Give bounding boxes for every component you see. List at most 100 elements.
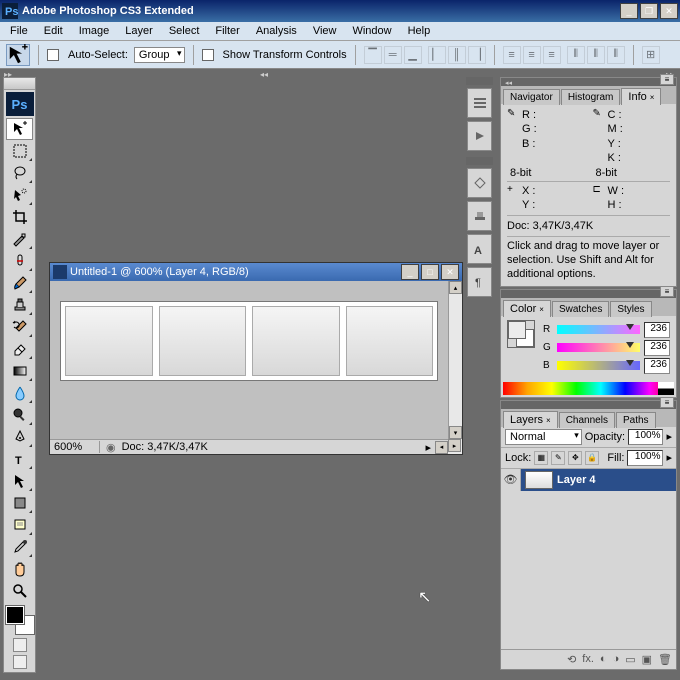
r-slider[interactable]	[557, 325, 640, 334]
zoom-field[interactable]: 600%	[50, 441, 100, 453]
lasso-tool[interactable]	[6, 162, 33, 184]
doc-close-button[interactable]: ✕	[441, 264, 459, 280]
tab-navigator[interactable]: Navigator	[503, 89, 560, 105]
scroll-left-icon[interactable]: ◂	[435, 441, 448, 454]
align-right-icon[interactable]: ▕	[468, 46, 486, 64]
status-icon[interactable]: ◉	[100, 441, 122, 454]
auto-align-icon[interactable]: ⊞	[642, 46, 660, 64]
dock-history-icon[interactable]	[467, 88, 492, 118]
type-tool[interactable]: T	[6, 448, 33, 470]
layer-style-icon[interactable]: fx.	[582, 653, 594, 665]
scroll-right-icon[interactable]: ▸	[448, 439, 461, 452]
active-tool-icon[interactable]	[6, 44, 30, 66]
fill-flyout-icon[interactable]: ▸	[666, 451, 672, 464]
dock-actions-icon[interactable]	[467, 121, 492, 151]
menu-view[interactable]: View	[305, 23, 345, 39]
b-value[interactable]: 236	[644, 358, 670, 374]
color-preview[interactable]	[507, 320, 535, 348]
align-bottom-icon[interactable]: ▁	[404, 46, 422, 64]
quick-mask-icon[interactable]	[13, 638, 27, 652]
spectrum-bar[interactable]	[503, 382, 674, 395]
menu-image[interactable]: Image	[71, 23, 118, 39]
marquee-tool[interactable]	[6, 140, 33, 162]
brush-tool[interactable]	[6, 272, 33, 294]
vertical-scrollbar[interactable]: ▴ ▾	[448, 281, 462, 439]
eyedropper-tool[interactable]	[6, 536, 33, 558]
restore-button[interactable]: ❐	[640, 3, 658, 19]
dock-clone-icon[interactable]	[467, 201, 492, 231]
menu-select[interactable]: Select	[161, 23, 208, 39]
menu-filter[interactable]: Filter	[207, 23, 247, 39]
align-left-icon[interactable]: ▏	[428, 46, 446, 64]
slice-tool[interactable]	[6, 228, 33, 250]
layer-row[interactable]: 👁 Layer 4	[501, 469, 676, 491]
auto-select-dropdown[interactable]: Group	[134, 47, 185, 63]
tab-styles[interactable]: Styles	[610, 301, 651, 317]
healing-brush-tool[interactable]	[6, 250, 33, 272]
zoom-tool[interactable]	[6, 580, 33, 602]
quick-select-tool[interactable]	[6, 184, 33, 206]
shape-tool[interactable]	[6, 492, 33, 514]
well-expand-right-icon[interactable]: ◂◂	[260, 70, 270, 76]
menu-window[interactable]: Window	[344, 23, 399, 39]
b-slider[interactable]	[557, 361, 640, 370]
dock-brushes-icon[interactable]	[467, 168, 492, 198]
align-top-icon[interactable]: ▔	[364, 46, 382, 64]
layer-mask-icon[interactable]: ◐	[600, 653, 607, 665]
tab-paths[interactable]: Paths	[616, 412, 656, 428]
auto-select-checkbox[interactable]	[47, 49, 59, 61]
scroll-down-icon[interactable]: ▾	[449, 426, 462, 439]
layer-thumbnail[interactable]	[525, 471, 553, 489]
g-slider[interactable]	[557, 343, 640, 352]
visibility-toggle-icon[interactable]: 👁	[501, 469, 521, 491]
close-button[interactable]: ✕	[660, 3, 678, 19]
layer-list[interactable]: 👁 Layer 4	[501, 469, 676, 649]
distribute-right-icon[interactable]: ⦀	[607, 46, 625, 64]
link-layers-icon[interactable]: ⟲	[567, 653, 576, 666]
distribute-bottom-icon[interactable]: ≡	[543, 46, 561, 64]
distribute-top-icon[interactable]: ≡	[503, 46, 521, 64]
tab-swatches[interactable]: Swatches	[552, 301, 609, 317]
color-panel-menu-icon[interactable]: ≡	[660, 286, 674, 297]
menu-help[interactable]: Help	[400, 23, 439, 39]
tab-color[interactable]: Color×	[503, 300, 551, 317]
info-panel-menu-icon[interactable]: ≡	[660, 74, 674, 85]
status-menu-icon[interactable]: ▸	[425, 441, 431, 454]
show-transform-checkbox[interactable]	[202, 49, 214, 61]
pen-tool[interactable]	[6, 426, 33, 448]
scroll-up-icon[interactable]: ▴	[449, 281, 462, 294]
dock-character-icon[interactable]: A	[467, 234, 492, 264]
screen-mode-icon[interactable]	[13, 655, 27, 669]
lock-position-icon[interactable]: ✥	[568, 451, 582, 465]
crop-tool[interactable]	[6, 206, 33, 228]
eraser-tool[interactable]	[6, 338, 33, 360]
lock-transparency-icon[interactable]: ▦	[534, 451, 548, 465]
document-canvas[interactable]	[50, 281, 448, 439]
dodge-tool[interactable]	[6, 404, 33, 426]
layer-name[interactable]: Layer 4	[557, 474, 596, 486]
doc-maximize-button[interactable]: □	[421, 264, 439, 280]
new-layer-icon[interactable]: ▣	[642, 653, 652, 666]
adjustment-layer-icon[interactable]: ◑	[613, 653, 620, 665]
move-tool[interactable]	[6, 118, 33, 140]
delete-layer-icon[interactable]: 🗑	[658, 653, 672, 666]
notes-tool[interactable]	[6, 514, 33, 536]
distribute-left-icon[interactable]: ⦀	[567, 46, 585, 64]
menu-analysis[interactable]: Analysis	[248, 23, 305, 39]
distribute-hcenter-icon[interactable]: ⦀	[587, 46, 605, 64]
menu-file[interactable]: File	[2, 23, 36, 39]
minimize-button[interactable]: _	[620, 3, 638, 19]
align-hcenter-icon[interactable]: ║	[448, 46, 466, 64]
lock-all-icon[interactable]: 🔒	[585, 451, 599, 465]
blend-mode-dropdown[interactable]: Normal	[505, 429, 582, 445]
gradient-tool[interactable]	[6, 360, 33, 382]
r-value[interactable]: 236	[644, 322, 670, 338]
history-brush-tool[interactable]	[6, 316, 33, 338]
document-titlebar[interactable]: Untitled-1 @ 600% (Layer 4, RGB/8) _ □ ✕	[50, 263, 462, 281]
toolbox-grip[interactable]	[4, 78, 35, 90]
tab-histogram[interactable]: Histogram	[561, 89, 621, 105]
path-select-tool[interactable]	[6, 470, 33, 492]
fill-field[interactable]: 100%	[627, 450, 663, 466]
opacity-field[interactable]: 100%	[628, 429, 663, 445]
blur-tool[interactable]	[6, 382, 33, 404]
